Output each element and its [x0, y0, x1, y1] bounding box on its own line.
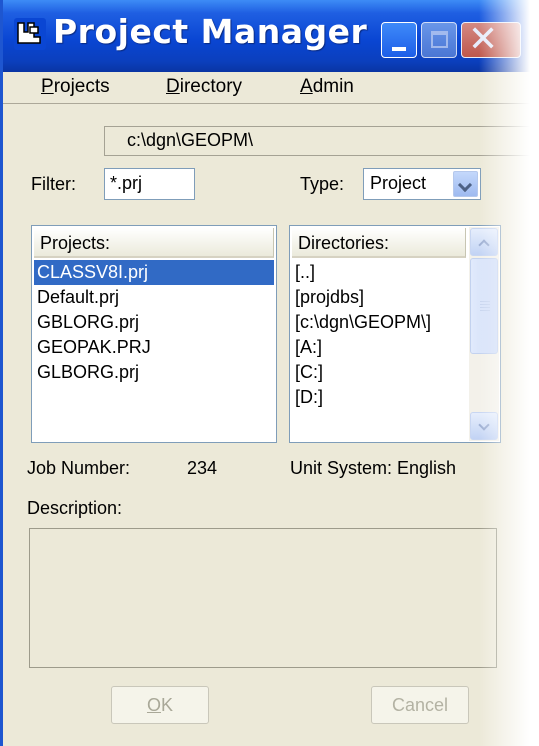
chevron-down-icon[interactable] — [453, 171, 478, 197]
scroll-thumb[interactable] — [470, 258, 498, 354]
list-item[interactable]: [C:] — [292, 360, 466, 385]
close-button[interactable]: ✕ — [461, 19, 521, 60]
menu-admin-mnemonic: A — [300, 76, 313, 97]
description-label: Description: — [27, 498, 123, 518]
minimize-icon — [392, 47, 406, 51]
type-select[interactable]: Project — [363, 168, 481, 200]
maximize-icon — [431, 31, 448, 48]
menu-bar: Projects Directory Admin — [3, 72, 539, 104]
list-item[interactable]: Default.prj — [34, 285, 274, 310]
cancel-button[interactable]: Cancel — [371, 686, 469, 724]
list-item[interactable]: [A:] — [292, 335, 466, 360]
type-label: Type: — [300, 174, 345, 194]
grip-line — [480, 301, 490, 302]
grip-line — [480, 310, 490, 311]
menu-directory[interactable]: Directory — [166, 76, 242, 98]
directories-rows: [..] [projdbs] [c:\dgn\GEOPM\] [A:] [C:]… — [292, 260, 466, 410]
ok-mnemonic: O — [146, 695, 161, 715]
projects-list[interactable]: Projects: CLASSV8I.prj Default.prj GBLOR… — [31, 225, 277, 443]
job-number-value: 234 — [187, 458, 218, 478]
description-field — [29, 528, 497, 668]
maximize-button[interactable] — [421, 22, 457, 58]
list-item[interactable]: [..] — [292, 260, 466, 285]
projects-list-header[interactable]: Projects: — [34, 228, 274, 258]
list-item[interactable]: [D:] — [292, 385, 466, 410]
minimize-button[interactable] — [381, 22, 417, 58]
menu-directory-mnemonic: D — [166, 76, 180, 97]
app-icon — [14, 18, 46, 50]
title-bar[interactable]: Project Manager ✕ — [3, 0, 539, 72]
directories-list-header[interactable]: Directories: — [292, 228, 466, 258]
ok-button[interactable]: OK — [111, 686, 209, 724]
current-path-display: c:\dgn\GEOPM\ — [104, 126, 532, 156]
list-item[interactable]: GEOPAK.PRJ — [34, 335, 274, 360]
ok-label: K — [161, 695, 174, 715]
project-manager-window: Project Manager ✕ Projects Directory Adm… — [0, 0, 539, 746]
scroll-up-icon[interactable] — [470, 228, 498, 256]
list-item[interactable]: [projdbs] — [292, 285, 466, 310]
job-number-label: Job Number: — [27, 458, 131, 478]
list-item[interactable]: [c:\dgn\GEOPM\] — [292, 310, 466, 335]
window-title: Project Manager — [53, 12, 368, 51]
close-icon: ✕ — [468, 19, 499, 60]
menu-projects[interactable]: Projects — [41, 76, 110, 98]
menu-projects-mnemonic: P — [41, 76, 54, 97]
directories-scrollbar[interactable] — [469, 227, 499, 441]
list-item[interactable]: GBLORG.prj — [34, 310, 274, 335]
list-item[interactable]: CLASSV8I.prj — [34, 260, 274, 285]
filter-input[interactable]: *.prj — [104, 168, 195, 200]
grip-line — [480, 307, 490, 308]
list-item[interactable]: GLBORG.prj — [34, 360, 274, 385]
menu-projects-label: rojects — [53, 76, 110, 97]
filter-label: Filter: — [31, 174, 76, 194]
menu-directory-label: irectory — [179, 76, 243, 97]
projects-rows: CLASSV8I.prj Default.prj GBLORG.prj GEOP… — [34, 260, 274, 385]
unit-system-label: Unit System: English — [290, 458, 457, 478]
directories-list[interactable]: Directories: [..] [projdbs] [c:\dgn\GEOP… — [289, 225, 501, 443]
scroll-down-icon[interactable] — [470, 412, 498, 440]
grip-line — [480, 304, 490, 305]
menu-admin[interactable]: Admin — [300, 76, 354, 98]
type-selected-value: Project — [370, 173, 427, 193]
menu-admin-label: dmin — [312, 76, 354, 97]
